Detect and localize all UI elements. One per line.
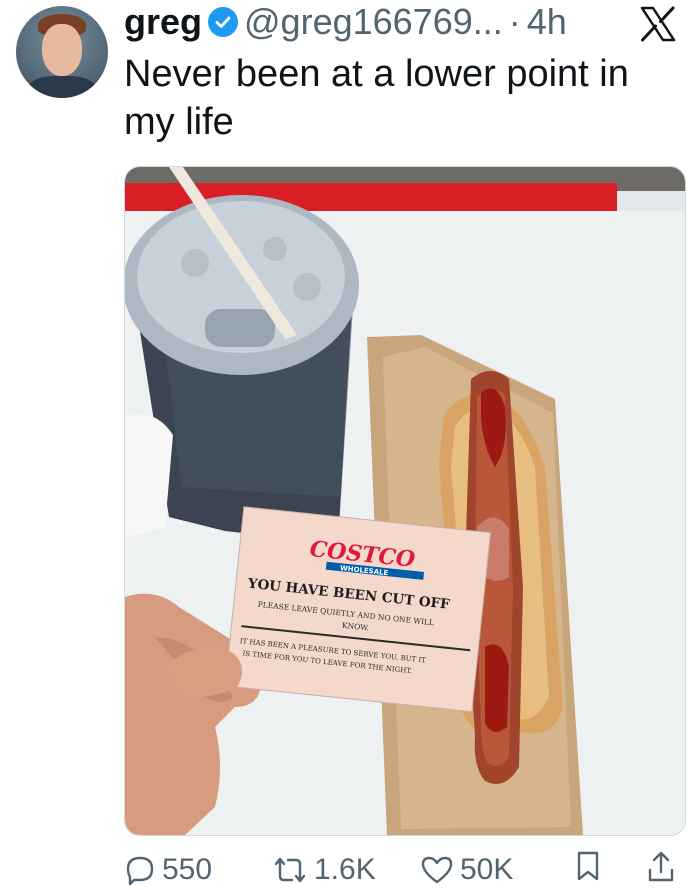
- avatar[interactable]: [16, 6, 108, 98]
- tweet-media-photo[interactable]: COSTCO WHOLESALE YOU HAVE BEEN CUT OFF P…: [124, 166, 686, 836]
- tweet-header: greg @greg166769... · 4h: [124, 2, 567, 42]
- reply-button[interactable]: 550: [124, 850, 212, 890]
- tweet-text: Never been at a lower point in my life: [124, 53, 629, 143]
- like-count: 50K: [460, 853, 514, 886]
- bookmark-button[interactable]: [574, 850, 602, 882]
- bookmark-icon: [577, 851, 599, 881]
- display-name[interactable]: greg: [124, 2, 202, 42]
- separator-dot: ·: [508, 1, 521, 42]
- like-button[interactable]: 50K: [420, 850, 513, 890]
- share-icon: [648, 851, 674, 882]
- reply-count: 550: [162, 853, 213, 886]
- x-logo-icon: [638, 4, 678, 44]
- reply-icon: [126, 856, 154, 886]
- tweet-actions: 550 1.6K 50K: [124, 850, 684, 890]
- heart-icon: [421, 856, 453, 884]
- repost-count: 1.6K: [314, 853, 376, 886]
- repost-icon: [274, 857, 306, 883]
- verified-badge-icon: [208, 7, 239, 37]
- timestamp[interactable]: 4h: [527, 2, 567, 42]
- user-handle[interactable]: @greg166769...: [244, 2, 503, 42]
- repost-button[interactable]: 1.6K: [272, 850, 376, 890]
- share-button[interactable]: [646, 850, 676, 884]
